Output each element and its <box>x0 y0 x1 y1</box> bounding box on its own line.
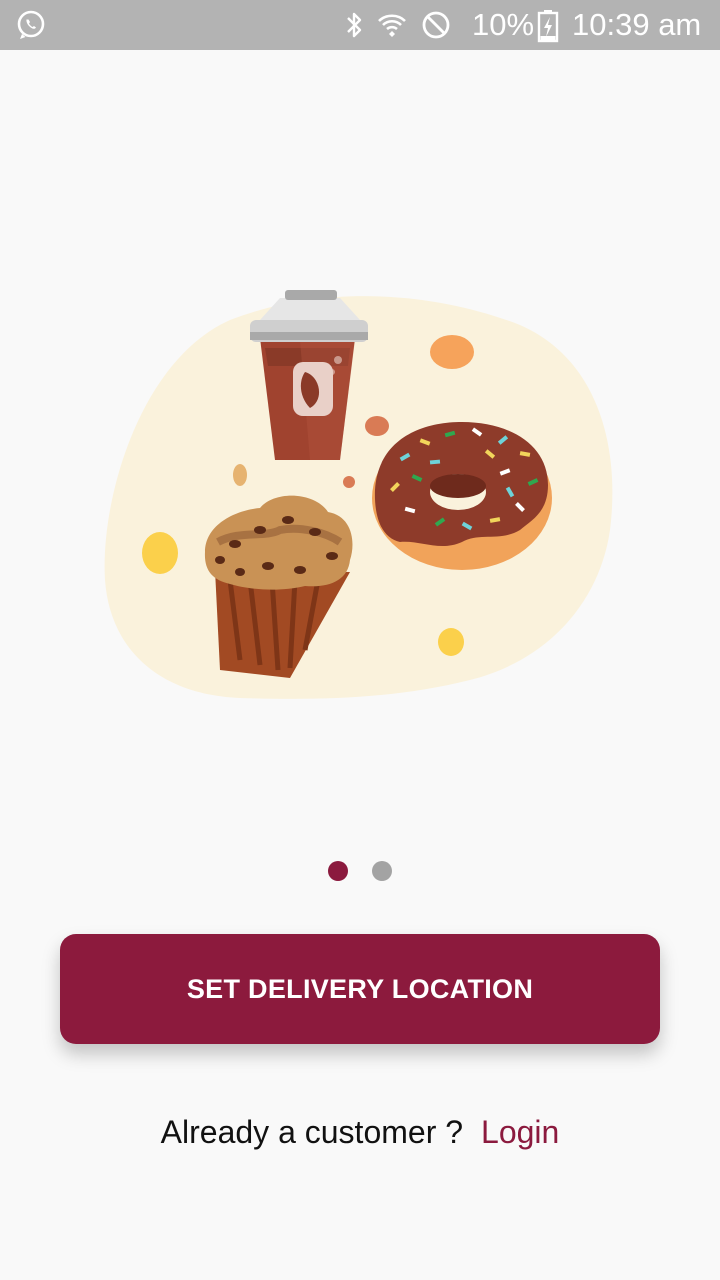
crumb-orange <box>430 335 474 369</box>
crumb-yellow-right <box>438 628 464 656</box>
coffee-muffin-donut-illustration <box>104 290 613 699</box>
crumb-yellow-left <box>142 532 178 574</box>
crumb-tan <box>233 464 247 486</box>
donut <box>372 422 552 570</box>
battery-percent: 10% <box>472 7 535 42</box>
wifi-icon <box>378 14 406 37</box>
clock: 10:39 am <box>572 7 702 42</box>
battery-charging-icon <box>537 10 559 43</box>
crumb-small <box>343 476 355 488</box>
bluetooth-icon <box>347 12 362 38</box>
login-prompt-text: Already a customer ? <box>160 1114 464 1150</box>
status-bar: 10% 10:39 am <box>0 0 720 50</box>
set-delivery-location-button[interactable]: SET DELIVERY LOCATION <box>60 934 660 1044</box>
crumb-rust <box>365 416 389 436</box>
login-prompt-row: Already a customer ? Login <box>0 1110 720 1154</box>
page-dot-inactive[interactable] <box>372 861 392 881</box>
page-dot-active[interactable] <box>328 861 348 881</box>
login-link[interactable]: Login <box>481 1114 559 1150</box>
whatsapp-icon <box>17 10 45 39</box>
page-indicator <box>0 861 720 883</box>
do-not-disturb-icon <box>422 11 450 39</box>
